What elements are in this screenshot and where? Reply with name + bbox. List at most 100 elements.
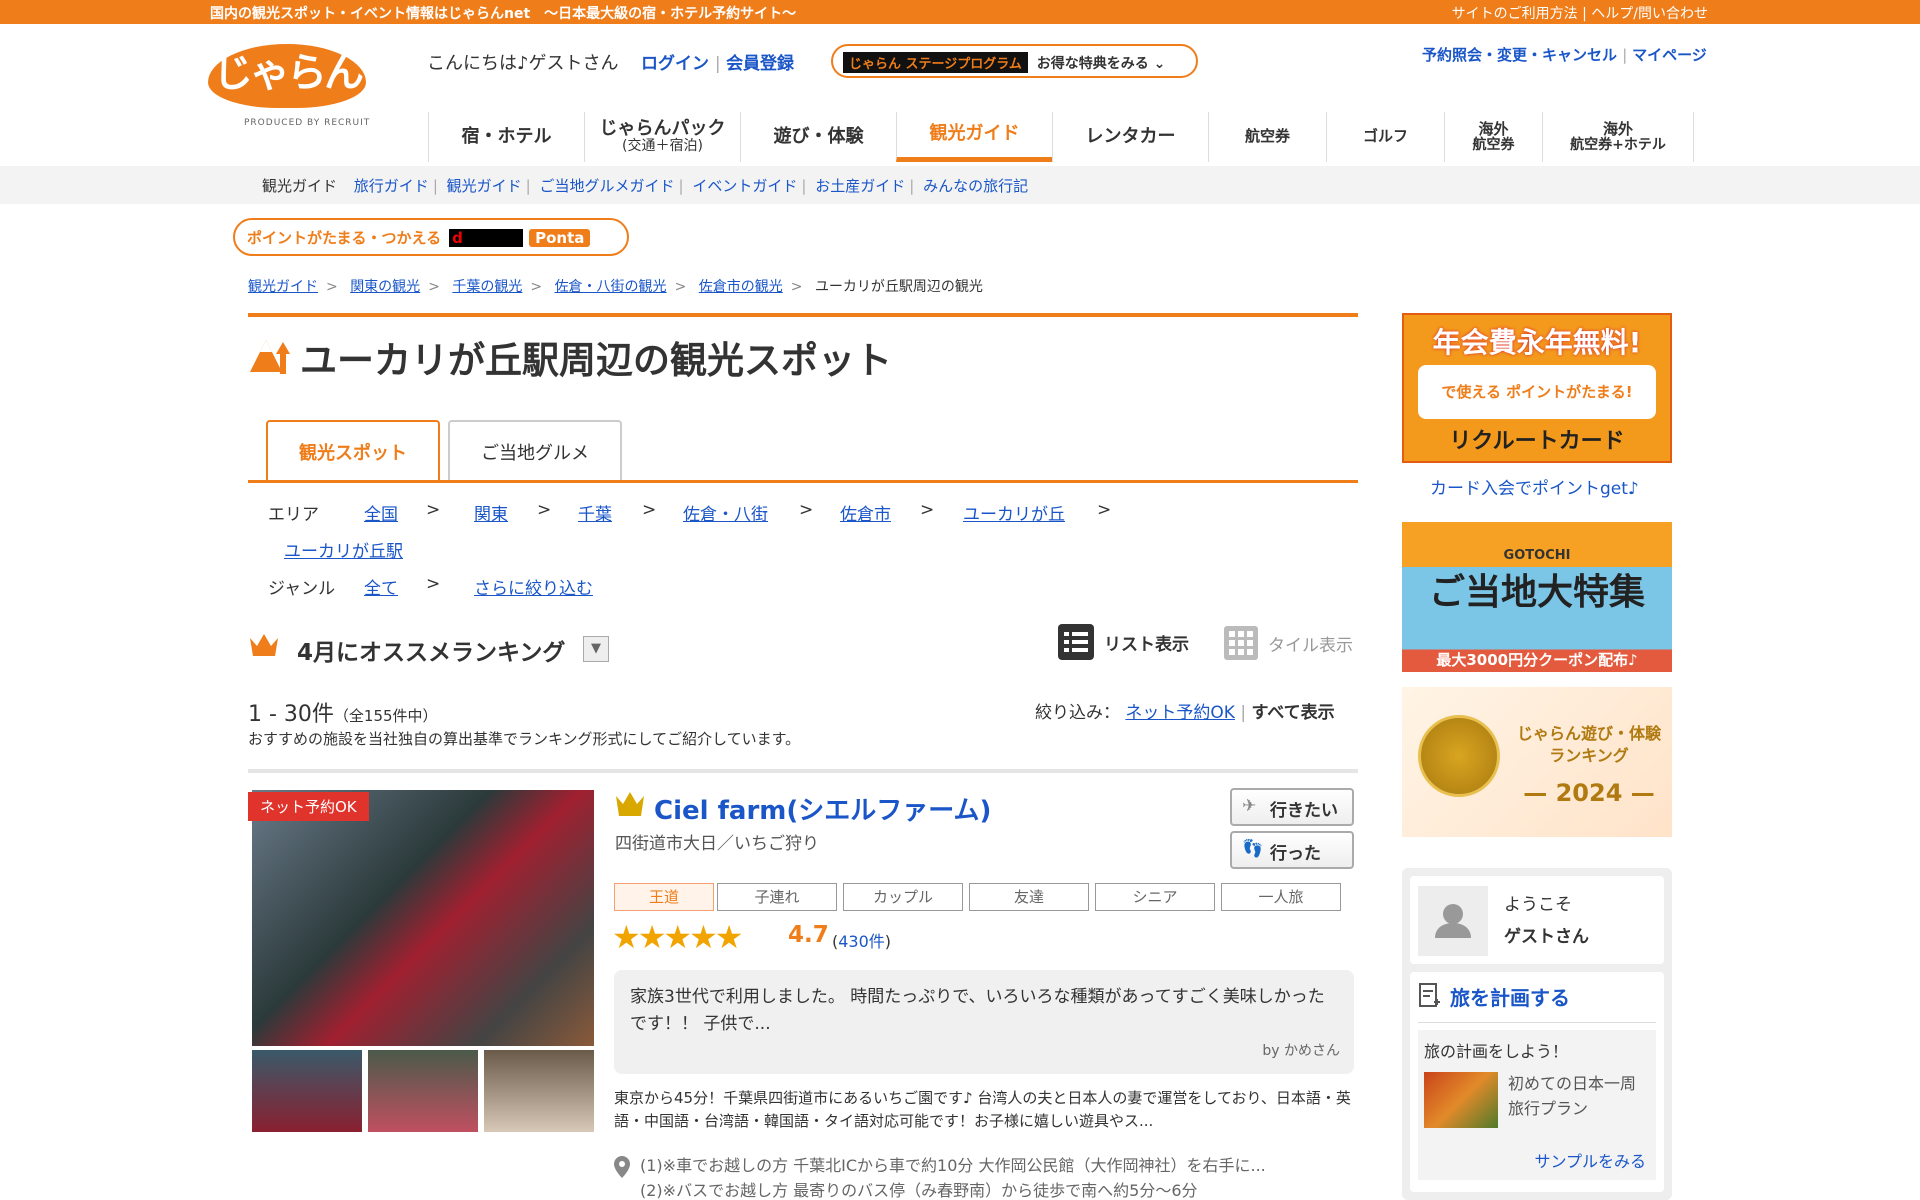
login-links: ログイン | 会員登録 [641, 54, 795, 74]
subnav-event-guide[interactable]: イベントガイド [692, 177, 797, 195]
list-view-button[interactable]: リスト表示 [1058, 624, 1189, 660]
area-yukarigaoka-station[interactable]: ユーカリが丘駅 [284, 537, 403, 562]
genre-all[interactable]: 全て [364, 574, 398, 599]
d-point-logo: d [449, 229, 524, 247]
want-to-go-button[interactable]: ✈ 行きたい [1230, 788, 1354, 826]
area-chiba[interactable]: 千葉 [578, 500, 612, 525]
area-sakura-yachimata[interactable]: 佐倉・八街 [683, 500, 768, 525]
reservation-link[interactable]: 予約照会・変更・キャンセル [1422, 46, 1617, 64]
spot-name-link[interactable]: Ciel farm(シエルファーム) [654, 790, 991, 827]
review-count-link[interactable]: 430件 [838, 932, 885, 951]
breadcrumb: 観光ガイド > 関東の観光 > 千葉の観光 > 佐倉・八街の観光 > 佐倉市の観光 > ユ… [248, 279, 983, 295]
spot-thumbnail[interactable] [368, 1050, 478, 1132]
result-description: おすすめの施設を当社独自の算出基準でランキング形式にしてご紹介しています。 [248, 730, 801, 748]
access-car: (1)※車でお越しの方 千葉北ICから車で約10分 大作岡公民館（大作岡神社）を… [640, 1156, 1266, 1175]
ranking-2024-banner[interactable]: じゃらん遊び・体験 ランキング — 2024 — [1402, 687, 1672, 837]
nav-golf-label: ゴルフ [1362, 127, 1408, 146]
went-button[interactable]: 👣 行った [1230, 831, 1354, 869]
list-view-label: リスト表示 [1104, 634, 1189, 655]
breadcrumb-sakura-city[interactable]: 佐倉市の観光 [699, 279, 783, 295]
nav-pack-label: じゃらんパック [599, 118, 726, 140]
stage-program-button[interactable]: じゃらん ステージプログラム お得な特典をみる ⌄ [831, 44, 1198, 78]
breadcrumb-sakura-yachimata[interactable]: 佐倉・八街の観光 [555, 279, 667, 295]
tag-friends: 友達 [969, 883, 1089, 911]
card-banner-title: 年会費永年無料! [1432, 326, 1642, 359]
global-nav: 宿・ホテル じゃらんパック (交通＋宿泊) 遊び・体験 観光ガイド レンタカー 航… [428, 112, 1694, 164]
breadcrumb-guide[interactable]: 観光ガイド [248, 279, 318, 295]
tag-couple: カップル [843, 883, 963, 911]
login-link[interactable]: ログイン [641, 54, 709, 74]
spot-thumbnail[interactable] [252, 1050, 362, 1132]
plan-sample-link[interactable]: サンプルをみる [1534, 1148, 1646, 1172]
nav-golf[interactable]: ゴルフ [1326, 112, 1444, 162]
gotochi-banner[interactable]: GOTOCHI ご当地大特集 最大3000円分クーポン配布♪ [1402, 522, 1672, 672]
points-banner[interactable]: ポイントがたまる・つかえる d Ponta [233, 218, 629, 256]
recruit-card-banner[interactable]: 年会費永年無料! で使える ポイントがたまる! リクルートカード [1402, 313, 1672, 463]
ranking-month-dropdown[interactable]: ▼ [583, 636, 609, 662]
spot-thumbnail[interactable] [484, 1050, 594, 1132]
area-kanto[interactable]: 関東 [474, 500, 508, 525]
gotochi-label: GOTOCHI [1503, 548, 1571, 563]
plan-item[interactable]: 初めての日本一周 旅行プラン [1508, 1072, 1636, 1122]
tag-classic: 王道 [614, 883, 714, 911]
register-link[interactable]: 会員登録 [726, 54, 794, 74]
plan-item-line1: 初めての日本一周 [1508, 1074, 1637, 1093]
nav-intl-flight-hotel-label: 海外 [1602, 119, 1633, 138]
nav-intl-flight-hotel[interactable]: 海外 航空券+ホテル [1542, 112, 1694, 162]
nav-flight[interactable]: 航空券 [1208, 112, 1326, 162]
welcome-text: ようこそ [1504, 895, 1572, 915]
nav-guide-label: 観光ガイド [929, 123, 1020, 145]
rating-score: 4.7 [788, 922, 829, 948]
subnav-sightseeing-guide[interactable]: 観光ガイド [447, 177, 522, 195]
plan-lead: 旅の計画をしよう！ [1424, 1042, 1569, 1061]
subnav-travelogue[interactable]: みんなの旅行記 [923, 177, 1028, 195]
plan-title[interactable]: 旅を計画する [1450, 982, 1570, 1011]
breadcrumb-chiba[interactable]: 千葉の観光 [452, 279, 522, 295]
nav-activities[interactable]: 遊び・体験 [740, 112, 896, 162]
tile-view-label: タイル表示 [1268, 635, 1353, 656]
jalan-logo[interactable]: じゃらん [208, 44, 366, 108]
subnav-travel-guide[interactable]: 旅行ガイド [354, 177, 429, 195]
nav-guide[interactable]: 観光ガイド [896, 112, 1052, 162]
review-count: (430件) [832, 928, 891, 952]
genre-label: ジャンル [268, 579, 336, 599]
filter-netok-link[interactable]: ネット予約OK [1125, 703, 1235, 723]
result-total: （全155件中） [333, 707, 438, 725]
nav-pack[interactable]: じゃらんパック (交通＋宿泊) [584, 112, 740, 162]
guest-name: ゲストさん [1504, 927, 1589, 947]
tag-kids: 子連れ [717, 883, 837, 911]
spot-main-photo[interactable] [252, 790, 594, 1046]
went-label: 行った [1270, 844, 1321, 864]
tile-view-button[interactable]: タイル表示 [1224, 626, 1353, 660]
nav-hotel-label: 宿・ホテル [461, 125, 552, 147]
ranking-title: 4月にオススメランキング [297, 640, 566, 666]
genre-sep: > [426, 574, 441, 594]
review-snippet[interactable]: 家族3世代で利用しました。 時間たっぷりで、いろいろな種類があってすごく美味しか… [614, 970, 1354, 1074]
area-sakura-city[interactable]: 佐倉市 [840, 500, 891, 525]
want-to-go-label: 行きたい [1270, 801, 1338, 821]
nav-rentacar[interactable]: レンタカー [1052, 112, 1208, 162]
area-all[interactable]: 全国 [364, 500, 398, 525]
breadcrumb-kanto[interactable]: 関東の観光 [350, 279, 420, 295]
filter-all[interactable]: すべて表示 [1251, 703, 1334, 723]
tab-underline [248, 480, 1358, 483]
nav-intl-flight[interactable]: 海外 航空券 [1444, 112, 1542, 162]
user-icon [1435, 904, 1471, 938]
card-banner-mid: で使える ポイントがたまる! [1418, 365, 1656, 419]
help-links[interactable]: サイトのご利用方法 | ヘルプ/問い合わせ [1452, 3, 1708, 23]
rank-1-crown-icon [616, 792, 644, 816]
result-filter: 絞り込み： ネット予約OK | すべて表示 [1035, 703, 1335, 723]
card-banner-link[interactable]: カード入会でポイントget♪ [1430, 474, 1639, 499]
plan-item-line2: 旅行プラン [1508, 1098, 1589, 1118]
area-yukarigaoka[interactable]: ユーカリが丘 [963, 500, 1065, 525]
plan-thumbnail[interactable] [1424, 1072, 1498, 1128]
nav-hotel[interactable]: 宿・ホテル [428, 112, 584, 162]
tab-gourmet[interactable]: ご当地グルメ [448, 420, 622, 482]
mypage-link[interactable]: マイページ [1632, 46, 1707, 64]
subnav-souvenir-guide[interactable]: お土産ガイド [815, 177, 905, 195]
tag-senior: シニア [1095, 883, 1215, 911]
result-count: 1 - 30件（全155件中） [248, 696, 438, 728]
genre-more[interactable]: さらに絞り込む [474, 574, 593, 599]
tab-sightseeing[interactable]: 観光スポット [266, 420, 440, 482]
subnav-gourmet-guide[interactable]: ご当地グルメガイド [540, 177, 675, 195]
